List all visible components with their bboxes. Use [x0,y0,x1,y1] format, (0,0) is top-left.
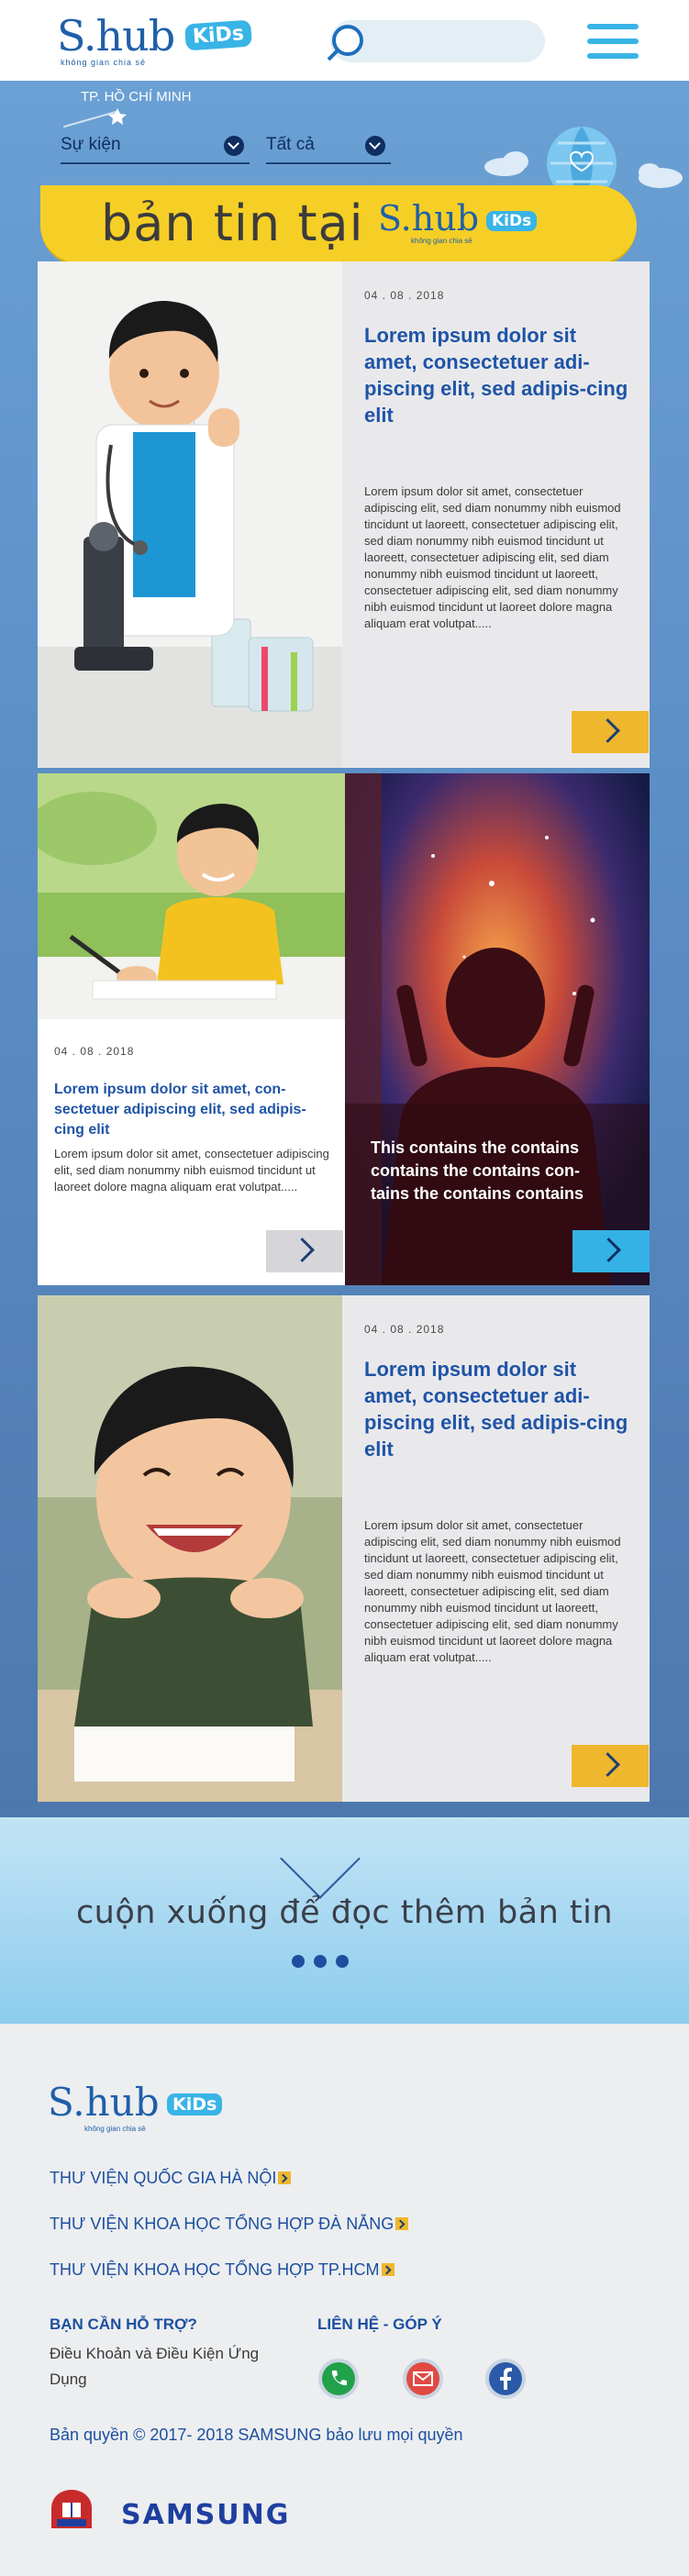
arrow-right-icon [381,2263,395,2276]
load-more-section[interactable]: cuộn xuống để đọc thêm bản tin [0,1817,689,2024]
arrow-right-icon [395,2217,409,2230]
city-label: TP. HỒ CHÍ MINH [81,89,192,105]
laughing-boy-photo [38,1295,342,1802]
galaxy-window-photo [345,773,650,1285]
chevron-down-icon [224,136,244,156]
boy-drawing-photo [38,773,345,1019]
library-link-danang[interactable]: THƯ VIỆN KHOA HỌC TỔNG HỢP ĐÀ NẴNG [50,2215,409,2234]
shooting-star-icon [63,108,127,128]
event-filter-dropdown[interactable]: Sự kiện [61,128,250,164]
card-title[interactable]: Lorem ipsum dolor sit amet, consectetuer… [364,1356,630,1462]
news-card[interactable]: 04 . 08 . 2018 Lorem ipsum dolor sit ame… [38,261,650,768]
read-more-arrow-button[interactable] [266,1230,343,1272]
banner-logo-kids-badge: KiDs [486,211,538,231]
banner-logo-wordmark: S.hub [378,198,480,239]
news-card-featured[interactable]: This contains the contains contains the … [345,773,650,1285]
card-excerpt: Lorem ipsum dolor sit amet, consectetuer… [54,1147,329,1194]
card-title[interactable]: Lorem ipsum dolor sit amet, con-sectetue… [54,1080,335,1140]
news-banner: bản tin tại S.hub KiDs không gian chia s… [40,185,637,266]
all-filter-dropdown[interactable]: Tất cả [266,128,391,164]
read-more-arrow-button[interactable] [572,1745,649,1787]
read-more-arrow-button[interactable] [572,711,649,753]
shub-kids-logo[interactable]: S.hub KiDs không gian chia sẻ [57,13,268,68]
chevron-down-icon [365,136,385,156]
library-link-hanoi[interactable]: THƯ VIỆN QUỐC GIA HÀ NỘI [50,2169,292,2188]
all-filter-label: Tất cả [266,135,315,154]
card-date: 04 . 08 . 2018 [364,1323,445,1336]
library-emblem-icon [51,2490,92,2528]
footer-logo-kids-badge: KiDs [167,2093,223,2115]
featured-overlay-text[interactable]: This contains the contains contains the … [371,1137,609,1205]
logo-tagline: không gian chia sẻ [61,58,147,67]
card-excerpt: Lorem ipsum dolor sit amet, consectetuer… [364,1518,621,1664]
copyright-text: Bản quyền © 2017- 2018 SAMSUNG bảo lưu m… [50,2426,463,2444]
news-card[interactable]: 04 . 08 . 2018 Lorem ipsum dolor sit ame… [38,773,345,1285]
library-link-label: THƯ VIỆN KHOA HỌC TỔNG HỢP ĐÀ NẴNG [50,2215,395,2233]
card-excerpt: Lorem ipsum dolor sit amet, consectetuer… [364,484,621,630]
news-card[interactable]: 04 . 08 . 2018 Lorem ipsum dolor sit ame… [38,1295,650,1802]
card-date: 04 . 08 . 2018 [54,1045,135,1058]
mail-icon[interactable] [402,2358,444,2400]
footer-logo-tagline: không gian chia sẻ [84,2125,146,2133]
scientist-boy-photo [38,261,342,768]
site-header: S.hub KiDs không gian chia sẻ [0,0,689,81]
library-link-label: THƯ VIỆN QUỐC GIA HÀ NỘI [50,2169,277,2187]
loading-dots [292,1955,358,1972]
arrow-right-icon [278,2171,292,2184]
terms-link[interactable]: Điều Khoản và Điều Kiện Ứng Dụng [50,2341,279,2393]
samsung-logo: SAMSUNG [121,2499,291,2531]
library-link-label: THƯ VIỆN KHOA HỌC TỔNG HỢP TP.HCM [50,2260,380,2279]
load-more-text[interactable]: cuộn xuống để đọc thêm bản tin [0,1894,689,1931]
banner-title: bản tin tại [101,194,364,252]
library-link-hcm[interactable]: THƯ VIỆN KHOA HỌC TỔNG HỢP TP.HCM [50,2260,395,2280]
card-title[interactable]: Lorem ipsum dolor sit amet, consectetuer… [364,322,630,428]
contact-heading: LIÊN HỆ - GÓP Ý [317,2315,442,2333]
event-filter-label: Sự kiện [61,135,121,154]
banner-shub-logo: S.hub KiDs không gian chia sẻ [378,198,538,245]
read-more-arrow-button[interactable] [572,1230,650,1272]
site-footer: S.hub KiDs không gian chia sẻ THƯ VIỆN Q… [0,2024,689,2576]
chevron-down-icon[interactable] [280,1818,361,1899]
footer-logo-wordmark: S.hub [48,2080,160,2125]
logo-wordmark: S.hub [57,11,175,61]
banner-logo-tagline: không gian chia sẻ [411,237,472,245]
hamburger-menu-icon[interactable] [587,24,639,59]
card-date: 04 . 08 . 2018 [364,289,445,302]
phone-icon[interactable] [317,2358,360,2400]
help-heading: BẠN CẦN HỖ TRỢ? [50,2315,197,2333]
facebook-icon[interactable] [484,2358,527,2400]
logo-kids-badge: KiDs [184,19,252,51]
footer-shub-logo[interactable]: S.hub KiDs không gian chia sẻ [48,2080,223,2133]
